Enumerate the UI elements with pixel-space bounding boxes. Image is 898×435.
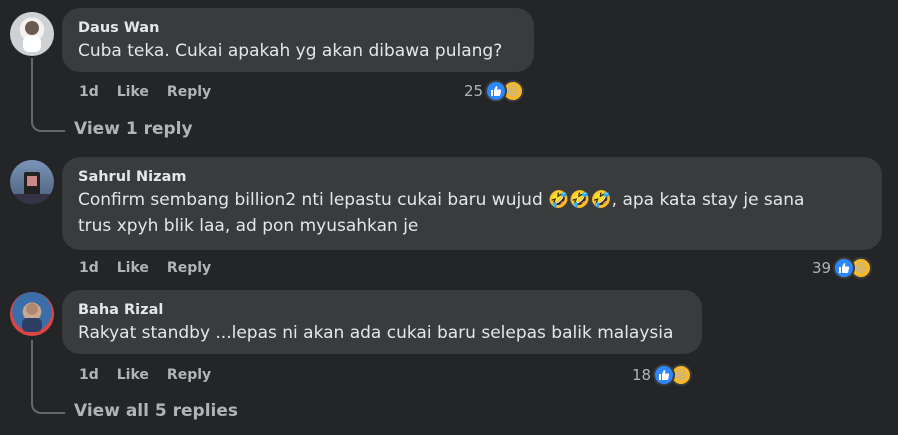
like-reaction-icon — [485, 80, 508, 102]
comment-text: Cuba teka. Cukai apakah yg akan dibawa p… — [78, 41, 503, 61]
avatar[interactable] — [10, 292, 54, 336]
comment-author[interactable]: Sahrul Nizam — [78, 167, 866, 187]
comment-author[interactable]: Daus Wan — [78, 18, 518, 38]
reaction-count: 25 — [464, 82, 484, 100]
thread-line — [31, 340, 65, 414]
comment-text-line: trus xpyh blik laa, ad pon myusahkan je — [78, 216, 419, 236]
view-replies-link[interactable]: View 1 reply — [74, 119, 193, 139]
comment-actions: 1d Like Reply — [79, 84, 211, 100]
reply-button[interactable]: Reply — [167, 260, 211, 276]
comment-actions: 1d Like Reply — [79, 260, 211, 276]
reply-button[interactable]: Reply — [167, 84, 211, 100]
comment-author[interactable]: Baha Rizal — [78, 300, 686, 320]
reaction-summary[interactable]: 39 😆 — [812, 257, 873, 279]
comment-bubble: Daus Wan Cuba teka. Cukai apakah yg akan… — [62, 8, 534, 72]
like-button[interactable]: Like — [117, 367, 149, 383]
avatar[interactable] — [10, 12, 54, 56]
thread-line — [31, 58, 65, 132]
avatar[interactable] — [10, 160, 54, 204]
comment-actions: 1d Like Reply — [79, 367, 211, 383]
reply-button[interactable]: Reply — [167, 367, 211, 383]
reaction-count: 39 — [812, 259, 832, 277]
comment-bubble: Sahrul Nizam Confirm sembang billion2 nt… — [62, 157, 882, 250]
reaction-count: 18 — [632, 366, 652, 384]
like-button[interactable]: Like — [117, 260, 149, 276]
comment-time[interactable]: 1d — [79, 367, 99, 383]
comment-time[interactable]: 1d — [79, 84, 99, 100]
like-reaction-icon — [653, 364, 676, 386]
comment-text-line: Confirm sembang billion2 nti lepastu cuk… — [78, 190, 805, 210]
reaction-summary[interactable]: 25 😆 — [464, 80, 525, 102]
comment-text: Rakyat standby ...lepas ni akan ada cuka… — [78, 323, 674, 343]
reaction-summary[interactable]: 18 😆 — [632, 364, 693, 386]
comment-time[interactable]: 1d — [79, 260, 99, 276]
like-button[interactable]: Like — [117, 84, 149, 100]
view-replies-link[interactable]: View all 5 replies — [74, 401, 238, 421]
like-reaction-icon — [833, 257, 856, 279]
comment-bubble: Baha Rizal Rakyat standby ...lepas ni ak… — [62, 290, 702, 354]
